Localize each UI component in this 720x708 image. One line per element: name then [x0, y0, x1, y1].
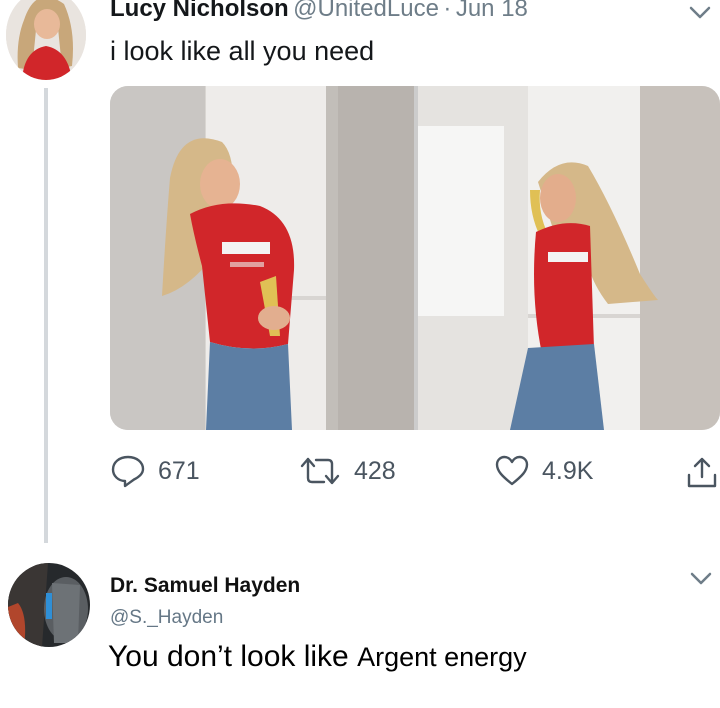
tweet-media[interactable] [110, 86, 720, 430]
tweet-author-handle[interactable]: @UnitedLuce [293, 0, 439, 22]
tweet-photo-2[interactable] [418, 86, 720, 430]
reply-text: You don’t look like Argent energy [108, 640, 527, 674]
reply-author-avatar[interactable] [8, 563, 90, 647]
reply-button[interactable]: 671 [110, 454, 200, 488]
reply-text-part1: You don’t look like [108, 640, 349, 673]
reply-author-name[interactable]: Dr. Samuel Hayden [110, 574, 300, 598]
reply-icon [110, 454, 146, 488]
tweet-header: Lucy Nicholson @UnitedLuce · Jun 18 [110, 0, 528, 23]
tweet-text: i look like all you need [110, 36, 375, 66]
share-icon[interactable] [686, 455, 718, 494]
like-button[interactable]: 4.9K [494, 454, 593, 488]
like-count: 4.9K [542, 456, 594, 485]
reply-menu-chevron-down-icon[interactable] [690, 572, 712, 586]
reply-text-part2: Argent energy [357, 642, 527, 672]
retweet-button[interactable]: 428 [298, 454, 396, 488]
tweet-menu-chevron-down-icon[interactable] [689, 6, 711, 20]
tweet-author-avatar[interactable] [6, 0, 86, 80]
tweet-date[interactable]: Jun 18 [456, 0, 528, 22]
like-icon [494, 454, 530, 488]
retweet-count: 428 [354, 456, 396, 485]
reply-author-handle[interactable]: @S._Hayden [110, 607, 223, 629]
tweet-separator: · [443, 0, 452, 22]
thread-line [44, 88, 48, 543]
reply-count: 671 [158, 456, 200, 485]
tweet-photo-1[interactable] [110, 86, 414, 430]
tweet-author-name[interactable]: Lucy Nicholson [110, 0, 289, 22]
retweet-icon [298, 454, 342, 488]
